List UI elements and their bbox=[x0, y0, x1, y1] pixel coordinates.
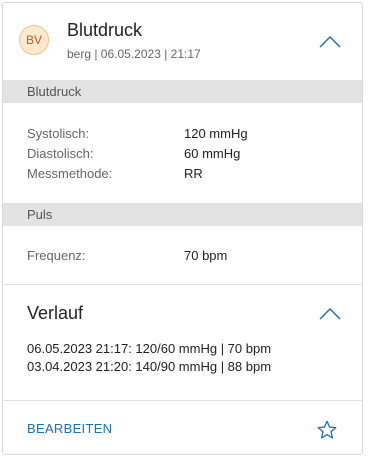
field-label-diastolisch: Diastolisch: bbox=[27, 146, 94, 161]
section-label: Blutdruck bbox=[27, 84, 82, 99]
field-label-frequenz: Frequenz: bbox=[27, 248, 86, 263]
card-title: Blutdruck bbox=[67, 20, 143, 40]
chevron-up-icon[interactable] bbox=[319, 35, 341, 49]
card-subtitle: berg | 06.05.2023 | 21:17 bbox=[67, 47, 201, 61]
verlauf-title: Verlauf bbox=[27, 303, 84, 323]
edit-button[interactable]: BEARBEITEN bbox=[27, 421, 112, 436]
field-value-systolisch: 120 mmHg bbox=[184, 126, 248, 141]
divider bbox=[3, 284, 362, 285]
section-header-puls: Puls bbox=[3, 203, 362, 226]
field-value-messmethode: RR bbox=[184, 166, 203, 181]
chevron-up-icon[interactable] bbox=[319, 307, 341, 321]
section-label: Puls bbox=[27, 207, 53, 222]
field-label-systolisch: Systolisch: bbox=[27, 126, 90, 141]
history-entry: 06.05.2023 21:17: 120/60 mmHg | 70 bpm bbox=[27, 341, 272, 356]
history-entry: 03.04.2023 21:20: 140/90 mmHg | 88 bpm bbox=[27, 359, 272, 374]
divider bbox=[3, 400, 362, 401]
field-value-frequenz: 70 bpm bbox=[184, 248, 228, 263]
section-header-blutdruck: Blutdruck bbox=[3, 80, 362, 103]
avatar: BV bbox=[19, 25, 49, 55]
blood-pressure-card: BV Blutdruck berg | 06.05.2023 | 21:17 B… bbox=[2, 2, 363, 455]
field-label-messmethode: Messmethode: bbox=[27, 166, 113, 181]
field-value-diastolisch: 60 mmHg bbox=[184, 146, 241, 161]
star-icon[interactable] bbox=[316, 419, 338, 441]
card-header: BV Blutdruck berg | 06.05.2023 | 21:17 bbox=[3, 3, 362, 80]
